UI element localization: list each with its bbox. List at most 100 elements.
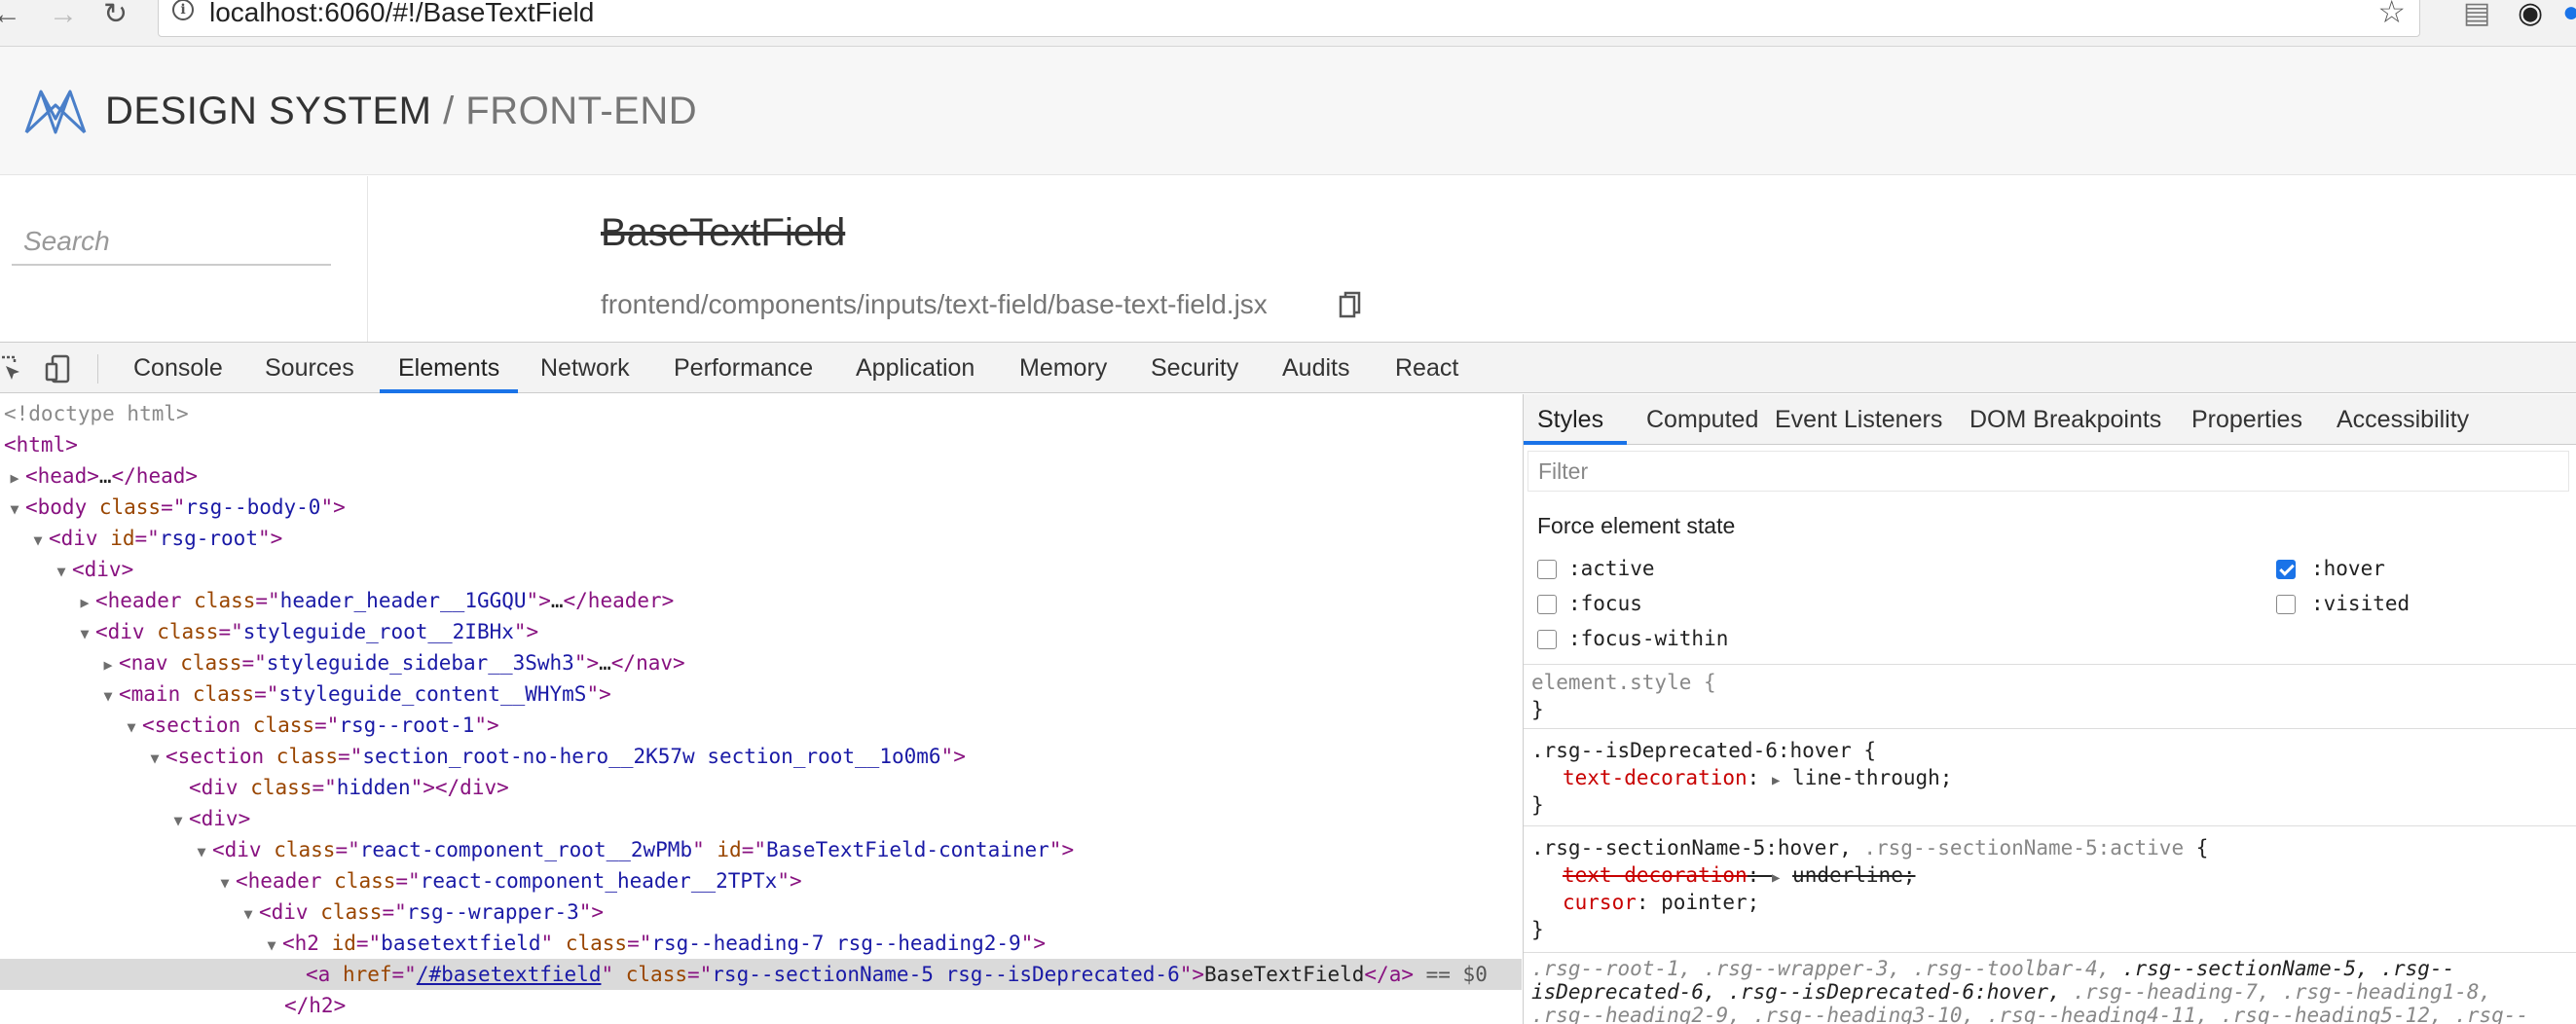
brand-title[interactable]: DESIGN SYSTEM / FRONT-END (105, 90, 697, 133)
copy-icon[interactable] (1339, 291, 1362, 320)
extension-panda-icon[interactable]: ◉ (2518, 0, 2543, 30)
tree-line-styleguide-root[interactable]: ▼ <div class="styleguide_root__2IBHx"> (74, 616, 538, 647)
tree-line-header[interactable]: ▶ <header class="header_header__1GGQU">…<… (74, 585, 674, 616)
tree-line-rsg-root[interactable]: ▼ <div id="rsg-root"> (27, 523, 282, 554)
collapse-triangle-icon[interactable]: ▼ (191, 836, 212, 867)
tree-line-nav[interactable]: ▶ <nav class="styleguide_sidebar__3Swh3">… (97, 647, 684, 680)
component-title[interactable]: BaseTextField (601, 211, 845, 255)
tab-styles[interactable]: Styles (1537, 406, 1603, 434)
tab-network[interactable]: Network (540, 354, 630, 383)
tree-line-component-header[interactable]: ▼ <header class="react-component_header__… (214, 865, 801, 898)
extension-notes-icon[interactable]: ▤ (2463, 0, 2490, 30)
tab-dom-breakpoints[interactable]: DOM Breakpoints (1969, 406, 2161, 434)
collapse-triangle-icon[interactable]: ▼ (74, 618, 95, 649)
state-hover-checkbox[interactable] (2276, 560, 2296, 579)
collapse-triangle-icon[interactable]: ▼ (27, 525, 49, 556)
inspect-element-icon[interactable] (0, 354, 23, 384)
collapse-triangle-icon[interactable]: ▼ (4, 494, 25, 525)
collapse-triangle-icon[interactable]: ▼ (97, 680, 119, 712)
state-active-label[interactable]: :active (1568, 557, 1655, 580)
rule-declaration-overridden[interactable]: text-decoration: ▶ underline; (1563, 861, 1915, 889)
collapse-triangle-icon[interactable]: ▼ (51, 556, 72, 587)
tree-doctype[interactable]: <!doctype html> (4, 398, 189, 429)
tree-line-body[interactable]: ▼ <body class="rsg--body-0"> (4, 492, 345, 525)
reload-icon[interactable]: ↻ (103, 0, 128, 29)
tab-sources[interactable]: Sources (265, 354, 354, 383)
brand-name: DESIGN SYSTEM (105, 90, 432, 132)
state-active-checkbox[interactable] (1537, 560, 1557, 579)
expand-triangle-icon[interactable]: ▶ (97, 649, 119, 680)
tab-elements[interactable]: Elements (398, 354, 499, 383)
tab-properties[interactable]: Properties (2191, 406, 2302, 434)
tree-line-div[interactable]: ▼ <div> (51, 554, 133, 585)
tab-react[interactable]: React (1395, 354, 1458, 383)
bookmark-star-icon[interactable]: ☆ (2377, 0, 2406, 30)
state-visited-checkbox[interactable] (2276, 595, 2296, 614)
search-input[interactable] (12, 219, 331, 266)
brand-separator: / (431, 90, 466, 132)
tree-line-hidden-div[interactable]: <div class="hidden"></div> (189, 772, 509, 803)
rule-declaration[interactable]: cursor: pointer; (1563, 889, 1759, 916)
component-path: frontend/components/inputs/text-field/ba… (601, 289, 1268, 319)
tree-line-main[interactable]: ▼ <main class="styleguide_content__WHYmS"… (97, 678, 610, 712)
browser-toolbar: ← → ↻ i localhost:6060/#!/BaseTextField … (0, 0, 2576, 47)
tab-security[interactable]: Security (1151, 354, 1238, 383)
tab-console[interactable]: Console (133, 354, 223, 383)
state-focus-within-checkbox[interactable] (1537, 630, 1557, 649)
collapse-triangle-icon[interactable]: ▼ (238, 898, 259, 930)
tree-line-section-root[interactable]: ▼ <section class="rsg--root-1"> (121, 710, 498, 743)
device-toolbar-icon[interactable] (45, 354, 74, 384)
site-header: DESIGN SYSTEM / FRONT-END (0, 47, 2576, 175)
active-styles-tab-indicator (1524, 441, 1627, 445)
rule-element-style: element.style { } (1524, 664, 2576, 728)
tab-computed[interactable]: Computed (1646, 406, 1758, 434)
state-hover-label[interactable]: :hover (2311, 557, 2385, 580)
styles-filter-input[interactable] (1527, 451, 2569, 492)
back-icon[interactable]: ← (0, 0, 21, 29)
state-focus-within-label[interactable]: :focus-within (1568, 627, 1728, 650)
devtools-separator (97, 354, 98, 384)
info-icon[interactable]: i (172, 0, 194, 20)
rule-selector[interactable]: element.style { (1531, 669, 1716, 696)
state-visited-label[interactable]: :visited (2311, 592, 2410, 615)
collapse-triangle-icon[interactable]: ▼ (121, 712, 142, 743)
expand-triangle-icon[interactable]: ▶ (4, 462, 25, 494)
collapse-triangle-icon[interactable]: ▼ (261, 930, 282, 961)
tree-line-h2-close[interactable]: </h2> (284, 990, 346, 1021)
tab-memory[interactable]: Memory (1019, 354, 1107, 383)
rule-declaration[interactable]: text-decoration: ▶ line-through; (1563, 764, 1952, 791)
url-text[interactable]: localhost:6060/#!/BaseTextField (209, 0, 594, 28)
tree-line-h2[interactable]: ▼ <h2 id="basetextfield" class="rsg--head… (261, 928, 1045, 961)
active-tab-indicator (380, 389, 518, 393)
state-focus-checkbox[interactable] (1537, 595, 1557, 614)
tree-line-div-wrapper[interactable]: ▼ <div> (167, 803, 250, 834)
rule-selector-line[interactable]: .rsg--heading2-9, .rsg--heading3-10, .rs… (1531, 1004, 2528, 1024)
styles-pane: Styles Computed Event Listeners DOM Brea… (1523, 394, 2576, 1024)
tab-accessibility[interactable]: Accessibility (2337, 406, 2469, 434)
tree-line-anchor-selected[interactable]: <a href="/#basetextfield" class="rsg--se… (0, 959, 1522, 990)
collapse-triangle-icon[interactable]: ▼ (144, 743, 166, 774)
tree-line-section-no-hero[interactable]: ▼ <section class="section_root-no-hero__2… (144, 741, 965, 774)
styles-tabbar: Styles Computed Event Listeners DOM Brea… (1524, 394, 2576, 445)
brand-logo-icon (24, 90, 87, 134)
tab-application[interactable]: Application (856, 354, 975, 383)
tree-line-component-root[interactable]: ▼ <div class="react-component_root__2wPMb… (191, 834, 1074, 865)
address-bar[interactable]: i localhost:6060/#!/BaseTextField ☆ (158, 0, 2420, 37)
state-focus-label[interactable]: :focus (1568, 592, 1642, 615)
force-state-title: Force element state (1537, 513, 1736, 538)
tab-performance[interactable]: Performance (674, 354, 813, 383)
forward-icon[interactable]: → (49, 0, 78, 29)
rule-close: } (1531, 918, 1544, 941)
tab-event-listeners[interactable]: Event Listeners (1775, 406, 1942, 434)
tree-line-rsg-wrapper[interactable]: ▼ <div class="rsg--wrapper-3"> (238, 896, 604, 928)
main-content: BaseTextField frontend/components/inputs… (369, 176, 2576, 342)
extension-icon[interactable]: ● (2562, 0, 2576, 29)
rule-selector[interactable]: .rsg--isDeprecated-6:hover { (1531, 737, 1876, 764)
rule-selector[interactable]: .rsg--sectionName-5:hover, .rsg--section… (1531, 834, 2208, 861)
collapse-triangle-icon[interactable]: ▼ (167, 805, 189, 836)
tree-line-head[interactable]: ▶ <head>…</head> (4, 460, 198, 492)
collapse-triangle-icon[interactable]: ▼ (214, 867, 236, 898)
expand-triangle-icon[interactable]: ▶ (74, 587, 95, 618)
tree-line-html[interactable]: <html> (4, 429, 78, 460)
tab-audits[interactable]: Audits (1282, 354, 1349, 383)
